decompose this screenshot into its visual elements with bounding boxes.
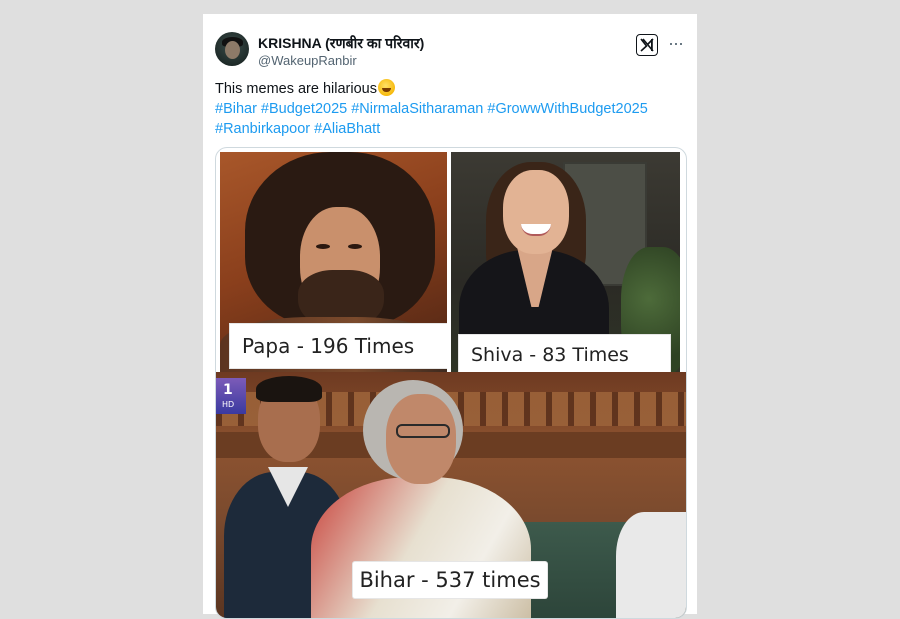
panel-figure-man-hair [256, 376, 322, 402]
tv-channel-hd: HD [222, 400, 235, 409]
hashtag-aliabhatt[interactable]: #AliaBhatt [314, 121, 380, 137]
x-logo-icon[interactable] [636, 34, 658, 56]
hashtag-growwwithbudget2025[interactable]: #GrowwWithBudget2025 [487, 101, 647, 117]
hashtag-ranbirkapoor[interactable]: #Ranbirkapoor [215, 121, 310, 137]
tweet-media[interactable]: Papa - 196 Times Shiva - 83 Times 1 HD B… [215, 147, 687, 619]
caption-shiva: Shiva - 83 Times [459, 335, 670, 372]
user-handle[interactable]: @WakeupRanbir [258, 53, 357, 68]
sweat-smile-emoji-icon [377, 79, 395, 96]
hashtag-nirmalasitharaman[interactable]: #NirmalaSitharaman [351, 101, 483, 117]
panel-figure-right-person [616, 512, 686, 618]
panel-figure-eye [348, 244, 362, 249]
panel-figure-eye [316, 244, 330, 249]
display-name[interactable]: KRISHNA (रणबीर का परिवार) [258, 34, 424, 53]
avatar[interactable] [215, 32, 249, 66]
caption-papa: Papa - 196 Times [230, 324, 447, 368]
meme-panel-papa: Papa - 196 Times [220, 152, 447, 372]
panel-figure-face [503, 170, 569, 254]
hashtags-line-1: #Bihar #Budget2025 #NirmalaSitharaman #Grow… [215, 99, 685, 119]
caption-bihar: Bihar - 537 times [353, 562, 547, 598]
more-options-icon[interactable]: ··· [668, 34, 684, 52]
meme-panel-bihar: 1 HD Bihar - 537 times [216, 372, 686, 618]
hashtag-budget2025[interactable]: #Budget2025 [261, 101, 347, 117]
avatar-face [225, 41, 240, 59]
tweet-text: This memes are hilarious #Bihar #Budget20… [215, 79, 685, 139]
hashtags-line-2: #Ranbirkapoor #AliaBhatt [215, 119, 685, 139]
tweet-card: KRISHNA (रणबीर का परिवार) @WakeupRanbir … [203, 14, 697, 619]
tv-channel-number: 1 [223, 382, 233, 398]
panel-figure-glasses [396, 424, 450, 438]
meme-panel-shiva: Shiva - 83 Times [451, 152, 680, 372]
tv-channel-badge: 1 HD [216, 378, 246, 414]
panel-figure-woman-face [386, 394, 456, 484]
tweet-body: This memes are hilarious [215, 81, 377, 97]
hashtag-bihar[interactable]: #Bihar [215, 101, 257, 117]
tweet-text-line: This memes are hilarious [215, 79, 685, 99]
